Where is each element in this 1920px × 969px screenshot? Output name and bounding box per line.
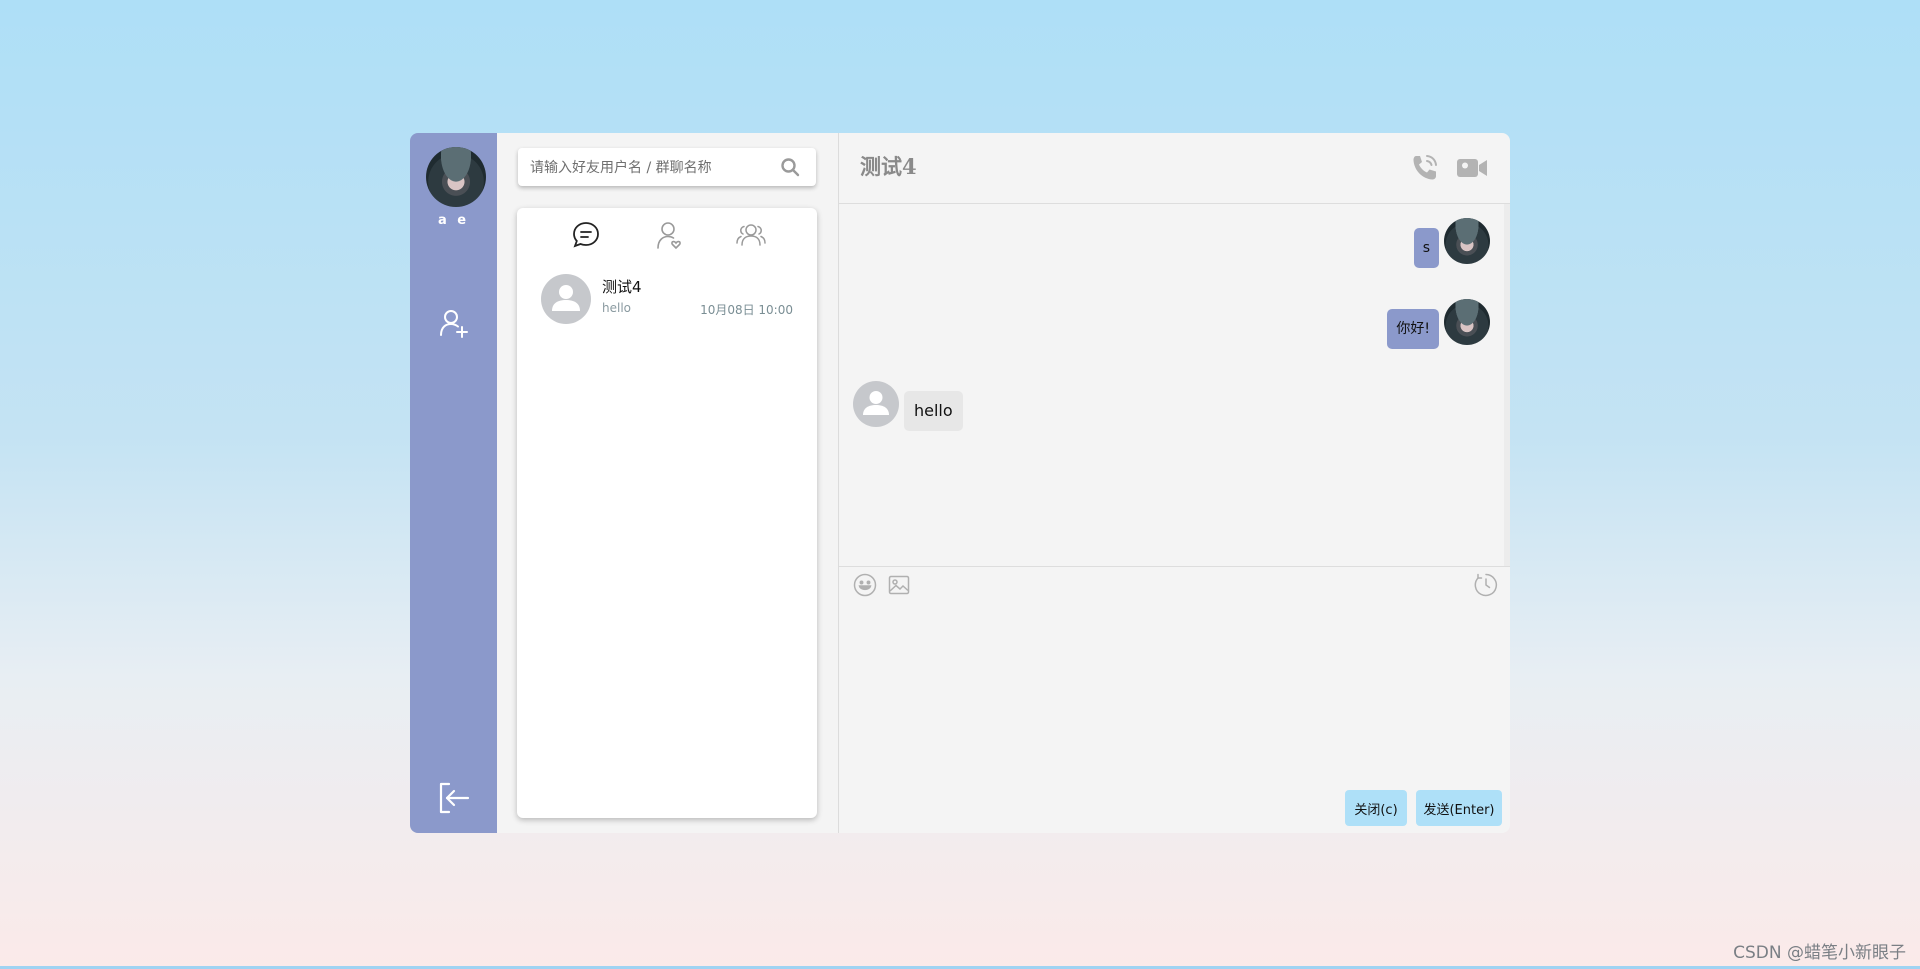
default-avatar-icon bbox=[853, 381, 899, 427]
contact-time: 10月08日 10:00 bbox=[700, 303, 793, 317]
message-item: s bbox=[1413, 218, 1490, 268]
contact-name: 测试4 bbox=[602, 278, 642, 296]
contact-last-message: hello bbox=[602, 301, 631, 315]
phone-call-icon[interactable] bbox=[1410, 153, 1440, 183]
send-button[interactable]: 发送(Enter) bbox=[1416, 790, 1502, 826]
contact-item[interactable]: 测试4 hello 10月08日 10:00 bbox=[517, 274, 817, 334]
add-user-icon[interactable] bbox=[438, 307, 470, 339]
scrollbar[interactable] bbox=[1504, 204, 1510, 566]
search-box bbox=[518, 148, 816, 188]
search-input[interactable] bbox=[528, 148, 772, 188]
contact-list-column: 测试4 hello 10月08日 10:00 bbox=[497, 133, 839, 833]
message-bubble: 你好! bbox=[1387, 309, 1439, 349]
message-list: s 你好! hello bbox=[839, 204, 1510, 567]
friends-icon[interactable] bbox=[655, 220, 685, 250]
history-icon[interactable] bbox=[1474, 573, 1498, 597]
message-item: hello bbox=[853, 381, 963, 431]
chat-icon[interactable] bbox=[571, 220, 601, 250]
sidebar: a e bbox=[410, 133, 497, 833]
input-toolbar bbox=[839, 567, 1510, 601]
chat-app: a e 请输入好友用户名 / 群聊名称 测试4 hello 10月08日 10:… bbox=[410, 133, 1510, 833]
user-avatar[interactable] bbox=[426, 147, 486, 207]
logout-icon[interactable] bbox=[437, 781, 471, 815]
message-input-area bbox=[839, 601, 1510, 771]
user-name: a e bbox=[437, 213, 470, 228]
chat-header: 测试4 bbox=[839, 133, 1510, 204]
groups-icon[interactable] bbox=[736, 220, 766, 250]
chat-title: 测试4 bbox=[860, 154, 917, 179]
chat-area: 测试4 s 你好! hello 关闭(c) 发送(Enter) bbox=[839, 133, 1510, 833]
emoji-icon[interactable] bbox=[853, 573, 877, 597]
message-bubble: s bbox=[1413, 228, 1439, 268]
my-avatar bbox=[1444, 299, 1490, 345]
close-button[interactable]: 关闭(c) bbox=[1345, 790, 1407, 826]
contact-panel: 测试4 hello 10月08日 10:00 bbox=[517, 208, 817, 818]
image-icon[interactable] bbox=[887, 573, 911, 597]
message-bubble: hello bbox=[904, 391, 963, 431]
watermark: CSDN @蜡笔小新眼子⁡⁡ bbox=[1733, 943, 1906, 963]
message-input[interactable] bbox=[853, 605, 1437, 759]
search-icon[interactable] bbox=[780, 157, 800, 177]
default-avatar-icon bbox=[541, 274, 591, 324]
message-item: 你好! bbox=[1387, 299, 1490, 349]
video-call-icon[interactable] bbox=[1456, 153, 1488, 183]
my-avatar bbox=[1444, 218, 1490, 264]
